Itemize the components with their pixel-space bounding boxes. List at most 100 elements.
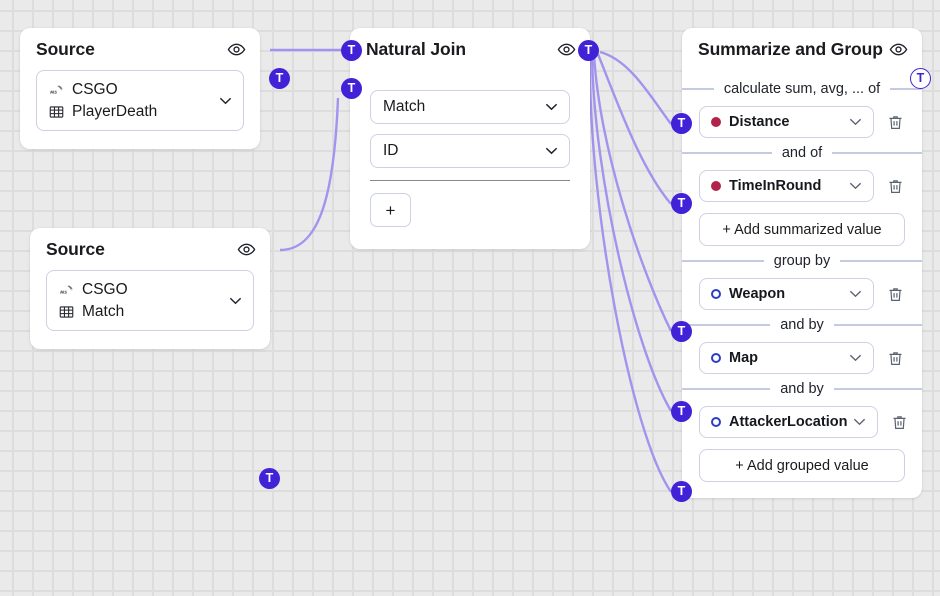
divider (682, 324, 770, 325)
delete-attackerlocation-button[interactable] (888, 410, 910, 434)
port-summarize-output[interactable]: T (910, 68, 931, 89)
field-name: AttackerLocation (729, 414, 847, 430)
field-row-attackerlocation: AttackerLocation (682, 406, 922, 438)
section-label-text: group by (774, 253, 830, 269)
chevron-down-icon (849, 118, 862, 126)
section-label-group-by: group by (682, 253, 922, 269)
numeric-type-icon (711, 117, 721, 127)
trash-icon (891, 413, 908, 432)
delete-distance-button[interactable] (884, 110, 906, 134)
node-title: Source (36, 39, 95, 60)
divider (370, 180, 570, 181)
trash-icon (887, 177, 904, 196)
source-database-line: CSGO (58, 280, 219, 299)
port-join-input-1[interactable]: T (341, 40, 362, 61)
divider (682, 88, 714, 89)
source-table-line: PlayerDeath (48, 102, 209, 121)
chevron-down-icon (545, 103, 558, 111)
node-natural-join[interactable]: Natural Join Match ID (350, 28, 590, 249)
eye-icon[interactable] (557, 40, 576, 59)
source-table-select[interactable]: CSGO PlayerDeath (36, 70, 244, 131)
delete-map-button[interactable] (884, 346, 906, 370)
node-summarize-and-group[interactable]: Summarize and Group calculate sum, avg, … (682, 28, 922, 498)
port-field-attackerlocation[interactable]: T (671, 481, 692, 502)
string-type-icon (711, 289, 721, 299)
port-source2-output[interactable]: T (259, 468, 280, 489)
add-join-condition-button[interactable]: + (370, 193, 411, 227)
section-label-calculate: calculate sum, avg, ... of (682, 81, 922, 97)
section-label-text: and by (780, 381, 824, 397)
divider (840, 260, 922, 261)
port-source1-output[interactable]: T (269, 68, 290, 89)
divider (834, 388, 922, 389)
delete-weapon-button[interactable] (884, 282, 906, 306)
source-database-name: CSGO (82, 281, 128, 299)
field-name: Weapon (729, 286, 785, 302)
string-type-icon (711, 417, 721, 427)
chevron-down-icon (545, 147, 558, 155)
divider (832, 152, 922, 153)
source-table-line: Match (58, 302, 219, 321)
mysql-icon (58, 282, 75, 298)
field-row-map: Map (682, 342, 922, 374)
join-left-key-value: Match (383, 98, 425, 116)
port-join-input-2[interactable]: T (341, 78, 362, 99)
eye-icon[interactable] (227, 40, 246, 59)
section-label-text: and by (780, 317, 824, 333)
flow-canvas[interactable]: Source CSGO (0, 0, 940, 596)
field-name: Distance (729, 114, 789, 130)
trash-icon (887, 349, 904, 368)
string-type-icon (711, 353, 721, 363)
eye-icon[interactable] (237, 240, 256, 259)
edge-join-to-map (592, 55, 671, 411)
mysql-icon (48, 82, 65, 98)
edge-source2-to-join (280, 98, 338, 250)
summarized-field-select-timeinround[interactable]: TimeInRound (699, 170, 874, 202)
edge-join-to-distance (600, 52, 671, 124)
divider (682, 152, 772, 153)
node-title: Source (46, 239, 105, 260)
source-table-name: PlayerDeath (72, 103, 157, 121)
source-database-name: CSGO (72, 81, 118, 99)
section-label-and-by-map: and by (682, 317, 922, 333)
port-field-weapon[interactable]: T (671, 321, 692, 342)
eye-icon[interactable] (889, 40, 908, 59)
source-table-select[interactable]: CSGO Match (46, 270, 254, 331)
add-summarized-value-button[interactable]: + Add summarized value (699, 213, 905, 246)
port-field-distance[interactable]: T (671, 113, 692, 134)
section-label-and-of: and of (682, 145, 922, 161)
numeric-type-icon (711, 181, 721, 191)
join-right-key-select[interactable]: ID (370, 134, 570, 168)
chevron-down-icon (853, 418, 866, 426)
source-database-line: CSGO (48, 80, 209, 99)
chevron-down-icon (849, 182, 862, 190)
trash-icon (887, 285, 904, 304)
join-left-key-select[interactable]: Match (370, 90, 570, 124)
summarized-field-select-distance[interactable]: Distance (699, 106, 874, 138)
node-body: Match ID + (350, 70, 590, 249)
grouped-field-select-map[interactable]: Map (699, 342, 874, 374)
field-row-distance: Distance (682, 106, 922, 138)
node-body: CSGO PlayerDeath (20, 70, 260, 149)
edge-join-to-attackerloc (590, 56, 671, 492)
node-source-playerdeath[interactable]: Source CSGO (20, 28, 260, 149)
port-field-map[interactable]: T (671, 401, 692, 422)
chevron-down-icon (849, 290, 862, 298)
add-grouped-value-button[interactable]: + Add grouped value (699, 449, 905, 482)
grouped-field-select-attackerlocation[interactable]: AttackerLocation (699, 406, 878, 438)
node-header: Summarize and Group (682, 28, 922, 70)
divider (682, 260, 764, 261)
node-header: Natural Join (350, 28, 590, 70)
port-join-output[interactable]: T (578, 40, 599, 61)
section-label-text: calculate sum, avg, ... of (724, 81, 880, 97)
chevron-down-icon (229, 297, 242, 305)
field-name: Map (729, 350, 758, 366)
grouped-field-select-weapon[interactable]: Weapon (699, 278, 874, 310)
chevron-down-icon (849, 354, 862, 362)
delete-timeinround-button[interactable] (884, 174, 906, 198)
section-label-and-by-attackerlocation: and by (682, 381, 922, 397)
table-icon (58, 304, 75, 320)
field-name: TimeInRound (729, 178, 821, 194)
port-field-timeinround[interactable]: T (671, 193, 692, 214)
node-source-match[interactable]: Source CSGO (30, 228, 270, 349)
